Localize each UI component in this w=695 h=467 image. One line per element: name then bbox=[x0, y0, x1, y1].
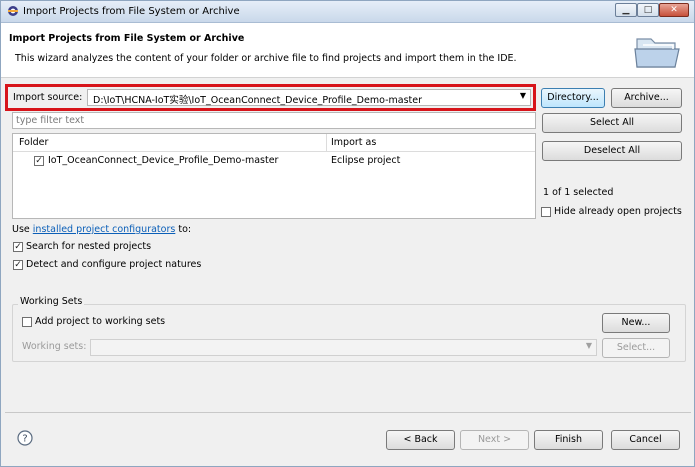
folder-open-icon bbox=[634, 38, 680, 68]
row-import-as: Eclipse project bbox=[331, 155, 401, 166]
archive-button[interactable]: Archive... bbox=[611, 88, 682, 108]
deselect-all-button[interactable]: Deselect All bbox=[542, 141, 682, 161]
next-button: Next > bbox=[460, 430, 529, 450]
row-folder: IoT_OceanConnect_Device_Profile_Demo-mas… bbox=[48, 155, 279, 166]
banner-description: This wizard analyzes the content of your… bbox=[15, 53, 517, 64]
maximize-button[interactable]: □ bbox=[637, 3, 659, 17]
detect-checkbox[interactable]: ✓ bbox=[13, 260, 23, 270]
row-checkbox[interactable]: ✓ bbox=[34, 156, 44, 166]
nested-checkbox[interactable]: ✓ bbox=[13, 242, 23, 252]
add-ws-label: Add project to working sets bbox=[35, 316, 166, 327]
svg-text:?: ? bbox=[22, 434, 27, 445]
window-title: Import Projects from File System or Arch… bbox=[23, 6, 240, 17]
directory-button[interactable]: Directory... bbox=[541, 88, 605, 108]
column-separator[interactable] bbox=[326, 134, 327, 152]
column-import-as[interactable]: Import as bbox=[331, 137, 376, 148]
help-icon[interactable]: ? bbox=[17, 430, 33, 446]
import-source-value: D:\IoT\HCNA-IoT实验\IoT_OceanConnect_Devic… bbox=[93, 95, 422, 106]
use-suffix: to: bbox=[175, 224, 192, 235]
dropdown-arrow-icon[interactable]: ▼ bbox=[520, 91, 526, 100]
selection-count: 1 of 1 selected bbox=[543, 187, 614, 198]
use-prefix: Use bbox=[12, 224, 33, 235]
hide-open-label: Hide already open projects bbox=[554, 206, 682, 217]
group-title: Working Sets bbox=[18, 296, 85, 307]
minimize-button[interactable]: ▁ bbox=[615, 3, 637, 17]
filter-input[interactable] bbox=[13, 113, 535, 128]
banner-title: Import Projects from File System or Arch… bbox=[9, 33, 245, 44]
select-all-button[interactable]: Select All bbox=[542, 113, 682, 133]
new-working-set-button[interactable]: New... bbox=[602, 313, 670, 333]
checkbox-icon[interactable] bbox=[541, 207, 551, 217]
cancel-button[interactable]: Cancel bbox=[611, 430, 680, 450]
dropdown-arrow-icon: ▼ bbox=[585, 341, 592, 350]
back-button[interactable]: < Back bbox=[386, 430, 455, 450]
column-folder[interactable]: Folder bbox=[19, 137, 48, 148]
select-working-set-button: Select... bbox=[602, 338, 670, 358]
import-source-row: Import source: D:\IoT\HCNA-IoT实验\IoT_Oce… bbox=[5, 84, 536, 111]
filter-field[interactable] bbox=[12, 112, 536, 129]
title-bar[interactable]: Import Projects from File System or Arch… bbox=[1, 1, 694, 23]
import-wizard-window: Import Projects from File System or Arch… bbox=[0, 0, 695, 467]
add-ws-checkbox[interactable] bbox=[22, 317, 32, 327]
app-icon bbox=[8, 6, 18, 16]
configurators-link[interactable]: installed project configurators bbox=[33, 224, 176, 235]
table-row[interactable]: ✓ IoT_OceanConnect_Device_Profile_Demo-m… bbox=[13, 153, 535, 169]
wizard-banner: Import Projects from File System or Arch… bbox=[1, 23, 694, 78]
import-source-combo[interactable]: D:\IoT\HCNA-IoT实验\IoT_OceanConnect_Devic… bbox=[87, 89, 531, 106]
import-source-label: Import source: bbox=[13, 92, 83, 103]
working-sets-label: Working sets: bbox=[22, 341, 87, 352]
table-header: Folder Import as bbox=[13, 134, 535, 152]
working-sets-group: Working Sets Add project to working sets… bbox=[12, 296, 686, 362]
nested-label: Search for nested projects bbox=[26, 241, 152, 252]
detect-label: Detect and configure project natures bbox=[26, 259, 202, 270]
finish-button[interactable]: Finish bbox=[534, 430, 603, 450]
configurators-line: Use installed project configurators to: bbox=[12, 224, 191, 235]
projects-table: Folder Import as ✓ IoT_OceanConnect_Devi… bbox=[12, 133, 536, 219]
working-sets-combo: ▼ bbox=[90, 339, 597, 356]
footer-separator bbox=[5, 412, 691, 413]
close-button[interactable]: ✕ bbox=[659, 3, 689, 17]
